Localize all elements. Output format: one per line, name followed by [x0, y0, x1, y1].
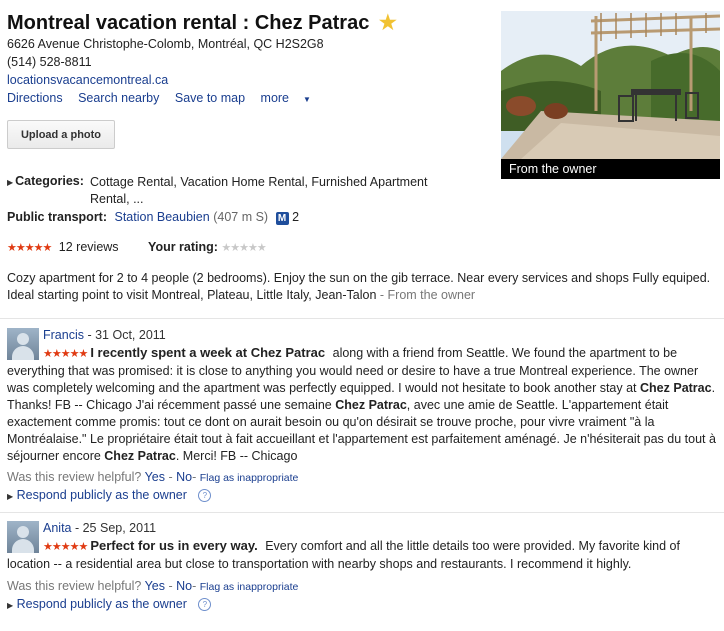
rating-row: ★★★★★ 12 reviews Your rating: ★★★★★	[7, 240, 267, 254]
helpful-separator: -	[164, 579, 177, 593]
station-distance: (407 m S)	[213, 210, 269, 224]
save-to-map-link[interactable]: Save to map	[175, 91, 245, 105]
categories-row: ▶ Categories: Cottage Rental, Vacation Ho…	[7, 174, 457, 206]
website-link[interactable]: locationsvacancemontreal.ca	[7, 73, 168, 87]
categories-label: Categories:	[15, 174, 84, 188]
help-icon[interactable]: ?	[198, 598, 212, 611]
helpful-dash: -	[192, 470, 197, 484]
respond-as-owner-link[interactable]: Respond publicly as the owner	[17, 597, 187, 611]
review-stars: ★★★★★	[43, 348, 88, 360]
reviewer-name[interactable]: Anita	[43, 521, 72, 535]
reviewer-name[interactable]: Francis	[43, 328, 84, 342]
public-transport-row: Public transport: Station Beaubien (407 …	[7, 210, 299, 225]
review-stars: ★★★★★	[43, 541, 88, 553]
star-icon[interactable]: ★	[379, 12, 397, 34]
divider	[0, 512, 724, 513]
helpful-question: Was this review helpful?	[7, 579, 142, 593]
expand-triangle-icon[interactable]: ▶	[7, 492, 13, 501]
metro-icon: M	[275, 212, 289, 225]
helpful-question: Was this review helpful?	[7, 470, 142, 484]
helpful-no-link[interactable]: No	[176, 470, 192, 484]
help-icon[interactable]: ?	[198, 489, 212, 502]
place-title: Montreal vacation rental : Chez Patrac ★	[7, 10, 397, 35]
expand-triangle-icon[interactable]: ▶	[7, 178, 13, 187]
review-body: . Merci! FB -- Chicago	[175, 449, 298, 463]
review-text: ★★★★★ Perfect for us in every way. Every …	[7, 537, 719, 573]
helpful-row: Was this review helpful? Yes - No- Flag …	[7, 579, 298, 593]
address: 6626 Avenue Christophe-Colomb, Montréal,…	[7, 37, 324, 51]
review-bold: Chez Patrac	[335, 398, 407, 412]
review-bold: Chez Patrac	[104, 449, 176, 463]
helpful-row: Was this review helpful? Yes - No- Flag …	[7, 470, 298, 484]
flag-inappropriate-link[interactable]: Flag as inappropriate	[200, 581, 299, 593]
review-bold: Chez Patrac	[640, 381, 712, 395]
search-nearby-link[interactable]: Search nearby	[78, 91, 159, 105]
place-photo[interactable]: From the owner	[501, 11, 720, 179]
station-link[interactable]: Station Beaubien	[115, 210, 210, 224]
review-date: - 25 Sep, 2011	[71, 521, 157, 535]
directions-link[interactable]: Directions	[7, 91, 63, 105]
your-rating-stars[interactable]: ★★★★★	[221, 242, 266, 254]
expand-triangle-icon[interactable]: ▶	[7, 601, 13, 610]
your-rating-label: Your rating:	[148, 240, 218, 254]
review-headline: I recently spent a week at Chez Patrac	[90, 345, 326, 360]
helpful-separator: -	[164, 470, 177, 484]
description-text: Cozy apartment for 2 to 4 people (2 bedr…	[7, 271, 711, 302]
helpful-yes-link[interactable]: Yes	[145, 470, 165, 484]
reviews-count-link[interactable]: 12 reviews	[59, 240, 119, 254]
review-header: Anita - 25 Sep, 2011	[43, 521, 156, 535]
place-actions: Directions Search nearby Save to map mor…	[7, 91, 335, 105]
chevron-down-icon: ▼	[303, 95, 311, 104]
place-name: Montreal vacation rental : Chez Patrac	[7, 12, 370, 34]
photo-caption: From the owner	[501, 159, 720, 179]
review-date: - 31 Oct, 2011	[83, 328, 166, 342]
review-text: ★★★★★ I recently spent a week at Chez Pat…	[7, 344, 719, 465]
phone-number: (514) 528-8811	[7, 55, 92, 69]
divider	[0, 318, 724, 319]
categories-values: Cottage Rental, Vacation Home Rental, Fu…	[90, 175, 428, 206]
respond-row: ▶ Respond publicly as the owner ?	[7, 488, 212, 502]
transport-label: Public transport:	[7, 210, 108, 224]
review-headline: Perfect for us in every way.	[90, 538, 258, 553]
respond-as-owner-link[interactable]: Respond publicly as the owner	[17, 488, 187, 502]
review-header: Francis - 31 Oct, 2011	[43, 328, 166, 342]
respond-row: ▶ Respond publicly as the owner ?	[7, 597, 212, 611]
more-label: more	[260, 91, 290, 105]
helpful-dash: -	[192, 579, 197, 593]
rating-stars: ★★★★★	[7, 242, 52, 254]
terrace-photo-icon	[501, 11, 720, 159]
more-menu[interactable]: more ▼	[261, 91, 323, 105]
flag-inappropriate-link[interactable]: Flag as inappropriate	[200, 472, 299, 484]
upload-photo-button[interactable]: Upload a photo	[7, 120, 115, 149]
metro-line: 2	[292, 210, 300, 224]
helpful-yes-link[interactable]: Yes	[145, 579, 165, 593]
place-description: Cozy apartment for 2 to 4 people (2 bedr…	[7, 270, 717, 304]
helpful-no-link[interactable]: No	[176, 579, 192, 593]
description-source: - From the owner	[376, 288, 476, 302]
